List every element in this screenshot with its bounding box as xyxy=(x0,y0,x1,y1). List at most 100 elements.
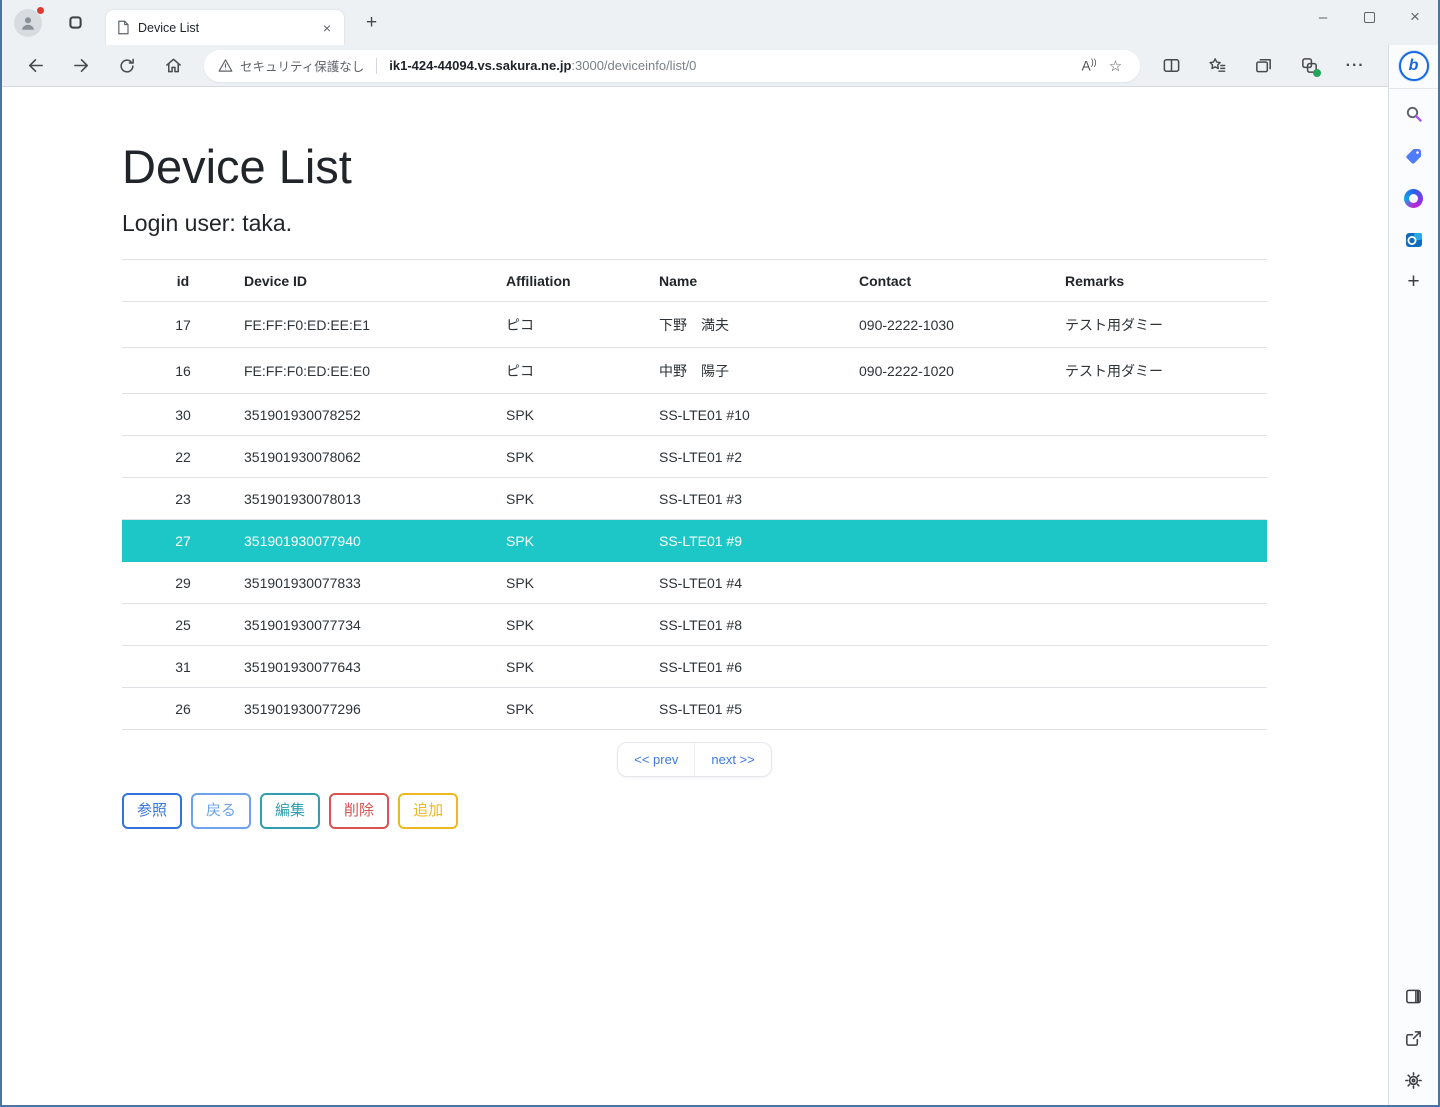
row-remarks: テスト用ダミー xyxy=(1065,348,1267,394)
row-name: SS-LTE01 #4 xyxy=(659,562,859,604)
favorites-icon[interactable] xyxy=(1200,51,1234,81)
action-button-5[interactable]: 追加 xyxy=(398,793,458,829)
maximize-icon xyxy=(1364,12,1375,23)
column-header: id xyxy=(122,260,244,302)
row-contact xyxy=(859,478,1065,520)
table-row[interactable]: 29351901930077833SPKSS-LTE01 #4 xyxy=(122,562,1267,604)
row-affiliation: SPK xyxy=(506,436,659,478)
row-affiliation: SPK xyxy=(506,604,659,646)
bing-chat-icon[interactable]: b xyxy=(1399,51,1429,81)
row-affiliation: SPK xyxy=(506,688,659,730)
home-button[interactable] xyxy=(156,51,190,81)
row-device-id: 351901930077643 xyxy=(244,646,506,688)
row-remarks xyxy=(1065,604,1267,646)
maximize-button[interactable] xyxy=(1346,0,1392,34)
table-row[interactable]: 25351901930077734SPKSS-LTE01 #8 xyxy=(122,604,1267,646)
split-screen-icon[interactable] xyxy=(1154,51,1188,81)
open-external-icon[interactable] xyxy=(1397,1021,1431,1055)
row-name: 中野 陽子 xyxy=(659,348,859,394)
action-button-4[interactable]: 削除 xyxy=(329,793,389,829)
sidebar-shopping-icon[interactable] xyxy=(1397,139,1431,173)
column-header: Affiliation xyxy=(506,260,659,302)
row-affiliation: ピコ xyxy=(506,302,659,348)
row-remarks xyxy=(1065,520,1267,562)
browser-window: Device List × + – × xyxy=(0,0,1440,1107)
row-id: 17 xyxy=(122,302,244,348)
sidebar-outlook-icon[interactable] xyxy=(1397,223,1431,257)
row-contact xyxy=(859,646,1065,688)
refresh-button[interactable] xyxy=(110,51,144,81)
table-row[interactable]: 30351901930078252SPKSS-LTE01 #10 xyxy=(122,394,1267,436)
table-row[interactable]: 23351901930078013SPKSS-LTE01 #3 xyxy=(122,478,1267,520)
prev-page-button[interactable]: << prev xyxy=(618,743,694,776)
table-row[interactable]: 31351901930077643SPKSS-LTE01 #6 xyxy=(122,646,1267,688)
next-page-button[interactable]: next >> xyxy=(694,743,770,776)
action-button-2[interactable]: 戻る xyxy=(191,793,251,829)
tab-close-icon[interactable]: × xyxy=(318,20,336,36)
back-button[interactable] xyxy=(18,51,52,81)
row-device-id: FE:FF:F0:ED:EE:E1 xyxy=(244,302,506,348)
row-contact: 090-2222-1030 xyxy=(859,302,1065,348)
row-name: SS-LTE01 #5 xyxy=(659,688,859,730)
column-header: Device ID xyxy=(244,260,506,302)
row-id: 23 xyxy=(122,478,244,520)
table-row[interactable]: 22351901930078062SPKSS-LTE01 #2 xyxy=(122,436,1267,478)
row-name: SS-LTE01 #3 xyxy=(659,478,859,520)
address-divider xyxy=(376,58,377,74)
row-contact: 090-2222-1020 xyxy=(859,348,1065,394)
page-favicon-icon xyxy=(116,20,130,35)
device-table-body: 17FE:FF:F0:ED:EE:E1ピコ下野 満夫090-2222-1030テ… xyxy=(122,302,1267,730)
profile-avatar[interactable] xyxy=(14,9,42,37)
table-row[interactable]: 16FE:FF:F0:ED:EE:E0ピコ中野 陽子090-2222-1020テ… xyxy=(122,348,1267,394)
window-close-button[interactable]: × xyxy=(1392,0,1438,34)
row-affiliation: SPK xyxy=(506,646,659,688)
not-secure-warning-icon xyxy=(218,58,233,73)
row-name: 下野 満夫 xyxy=(659,302,859,348)
row-name: SS-LTE01 #9 xyxy=(659,520,859,562)
row-contact xyxy=(859,520,1065,562)
row-affiliation: SPK xyxy=(506,478,659,520)
table-row[interactable]: 26351901930077296SPKSS-LTE01 #5 xyxy=(122,688,1267,730)
row-contact xyxy=(859,688,1065,730)
row-id: 22 xyxy=(122,436,244,478)
browser-tab[interactable]: Device List × xyxy=(106,10,344,45)
read-aloud-icon[interactable]: A)) xyxy=(1072,57,1107,74)
action-button-3[interactable]: 編集 xyxy=(260,793,320,829)
collections-icon[interactable] xyxy=(1246,51,1280,81)
security-label: セキュリティ保護なし xyxy=(240,56,364,75)
row-affiliation: SPK xyxy=(506,562,659,604)
row-id: 26 xyxy=(122,688,244,730)
sidebar-panel-icon[interactable] xyxy=(1397,979,1431,1013)
minimize-button[interactable]: – xyxy=(1300,0,1346,34)
new-tab-button[interactable]: + xyxy=(360,12,383,34)
row-contact xyxy=(859,562,1065,604)
row-id: 16 xyxy=(122,348,244,394)
row-remarks xyxy=(1065,562,1267,604)
page-title: Device List xyxy=(122,139,1272,194)
sidebar-copilot-icon[interactable] xyxy=(1397,181,1431,215)
row-id: 27 xyxy=(122,520,244,562)
sidebar-search-icon[interactable] xyxy=(1397,97,1431,131)
tab-actions-icon[interactable] xyxy=(64,12,86,34)
add-favorite-icon[interactable]: ☆ xyxy=(1107,57,1130,75)
person-icon xyxy=(19,14,37,32)
row-name: SS-LTE01 #10 xyxy=(659,394,859,436)
row-contact xyxy=(859,394,1065,436)
row-remarks xyxy=(1065,436,1267,478)
action-button-1[interactable]: 参照 xyxy=(122,793,182,829)
sidebar-settings-icon[interactable] xyxy=(1397,1063,1431,1097)
table-row[interactable]: 27351901930077940SPKSS-LTE01 #9 xyxy=(122,520,1267,562)
row-remarks xyxy=(1065,646,1267,688)
row-device-id: 351901930077833 xyxy=(244,562,506,604)
table-row[interactable]: 17FE:FF:F0:ED:EE:E1ピコ下野 満夫090-2222-1030テ… xyxy=(122,302,1267,348)
column-header: Contact xyxy=(859,260,1065,302)
more-menu-button[interactable]: ··· xyxy=(1338,51,1372,81)
forward-button[interactable] xyxy=(64,51,98,81)
address-bar[interactable]: セキュリティ保護なし ik1-424-44094.vs.sakura.ne.jp… xyxy=(204,50,1140,82)
sidebar-add-button[interactable]: + xyxy=(1397,265,1431,299)
row-remarks xyxy=(1065,478,1267,520)
row-device-id: 351901930078062 xyxy=(244,436,506,478)
row-affiliation: SPK xyxy=(506,394,659,436)
extensions-icon[interactable] xyxy=(1292,51,1326,81)
row-id: 29 xyxy=(122,562,244,604)
